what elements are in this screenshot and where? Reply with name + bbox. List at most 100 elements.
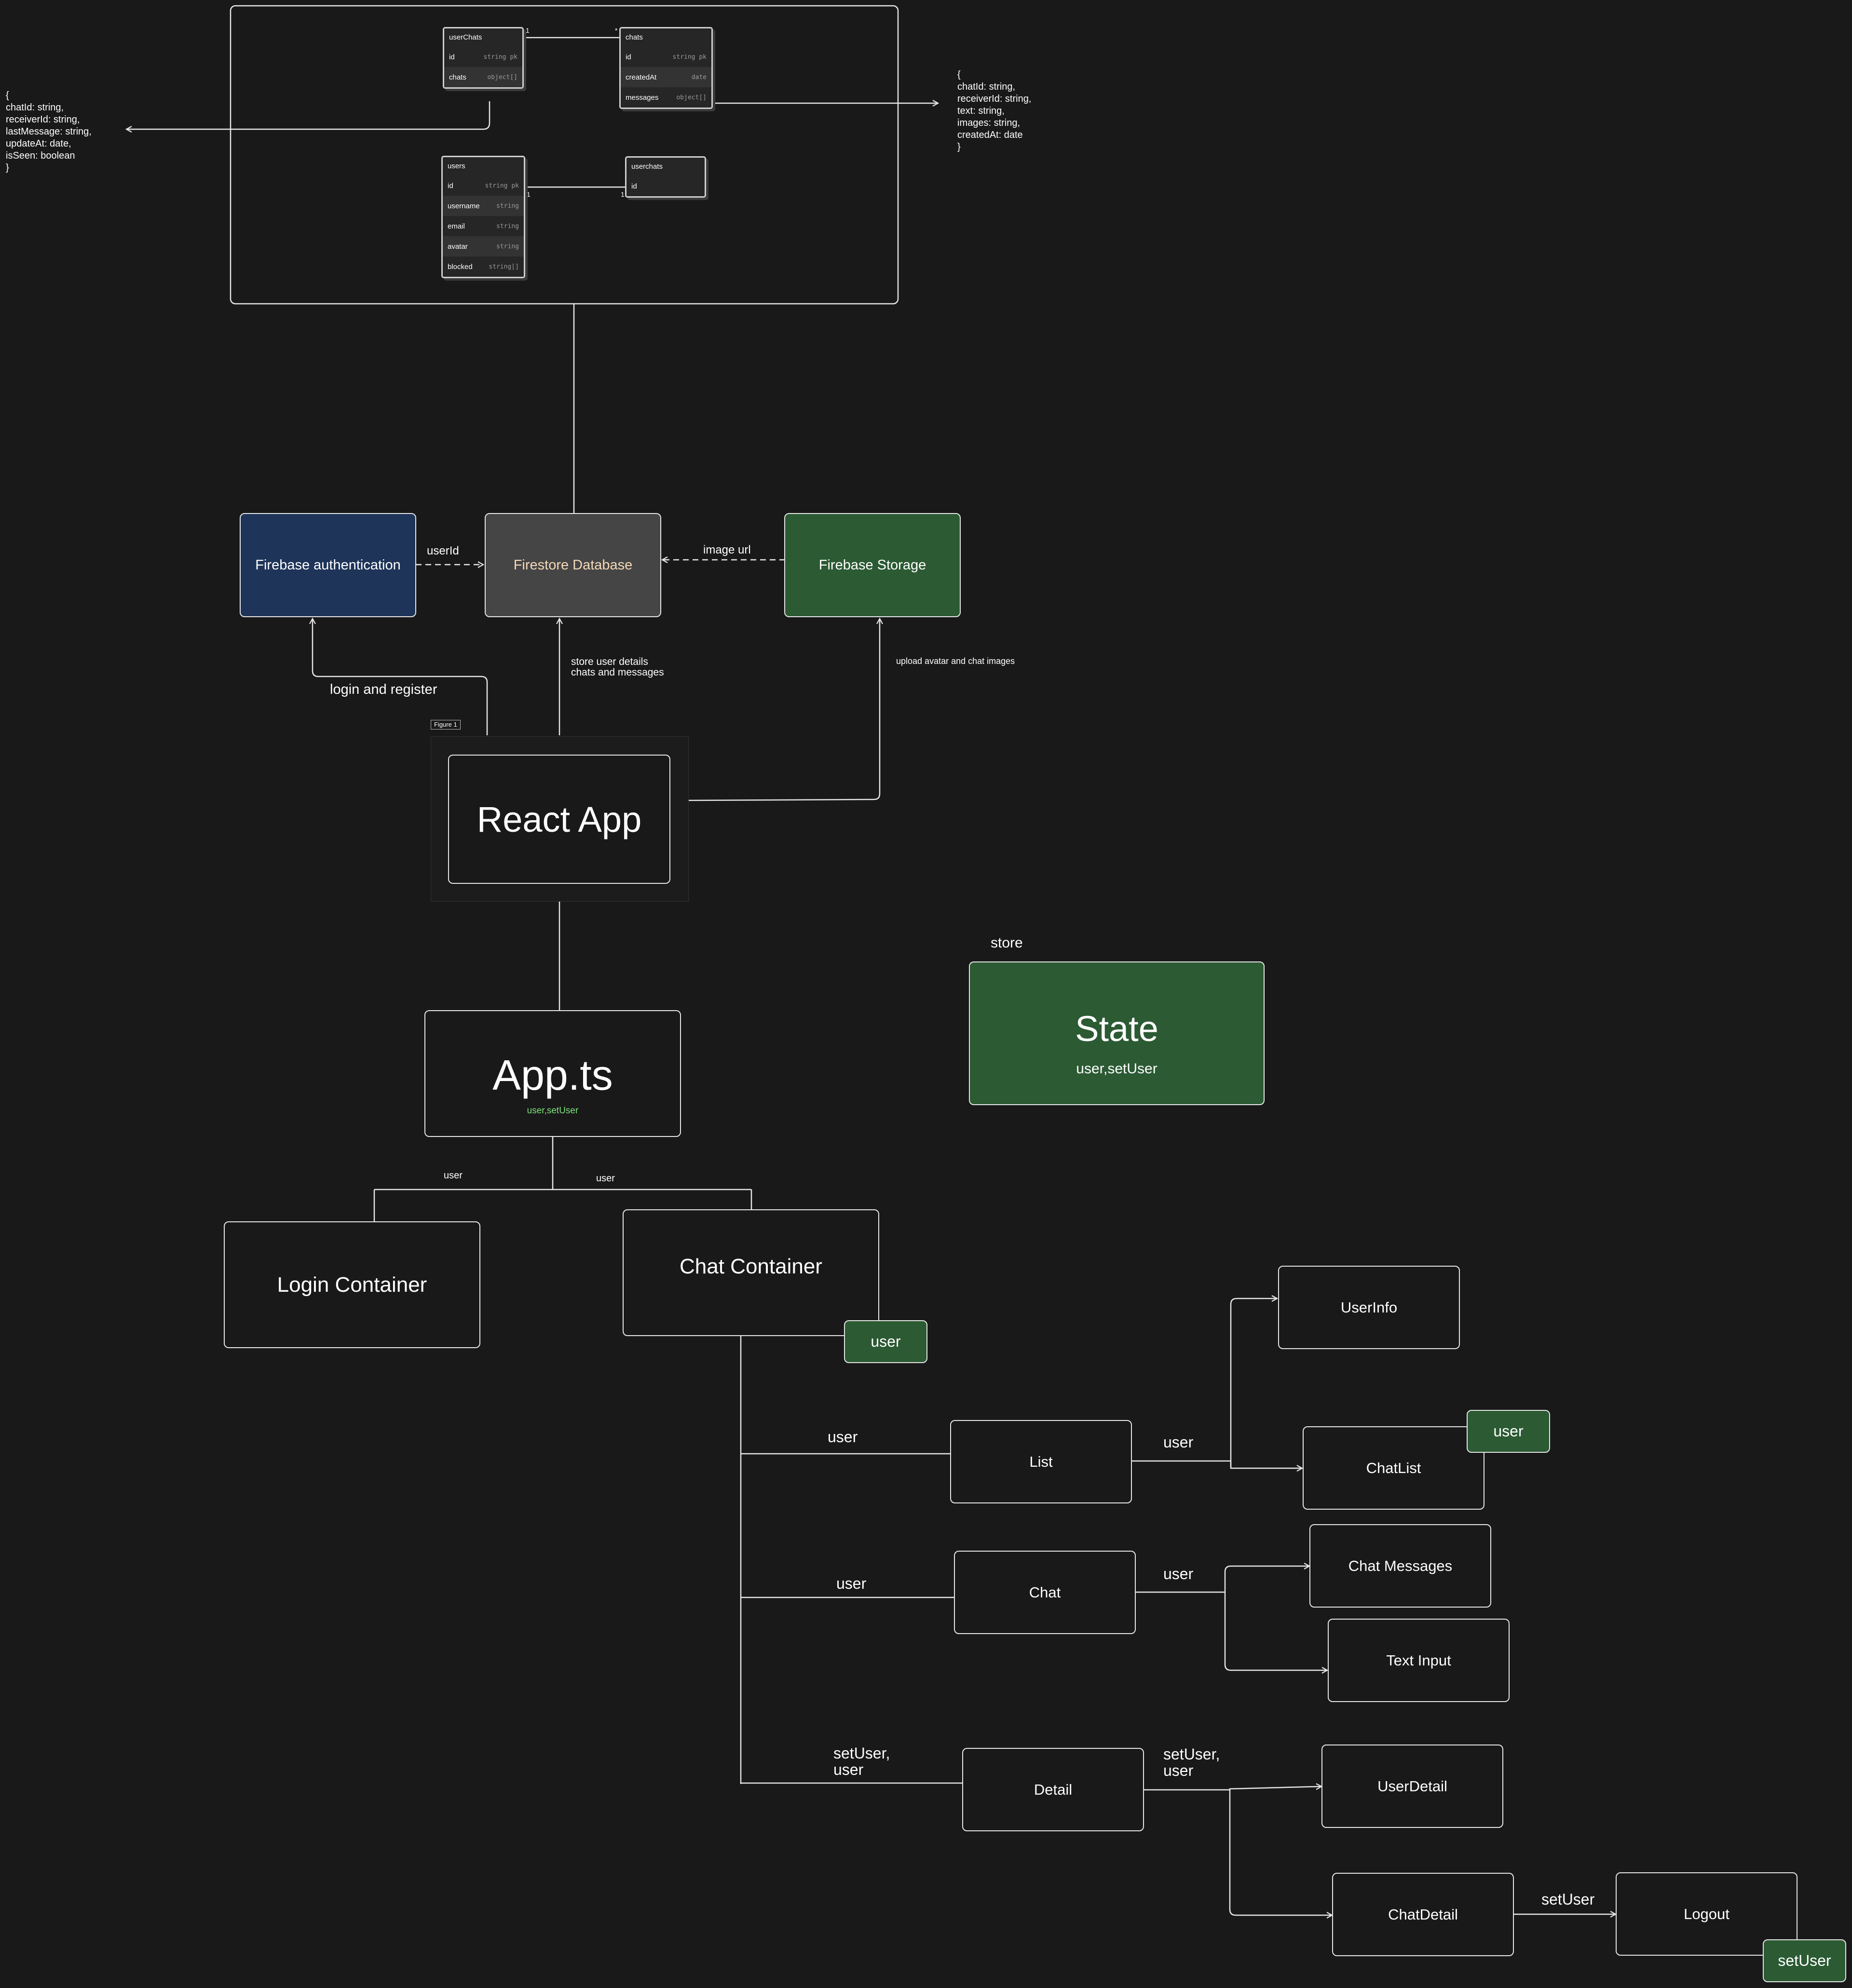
edge-label-detail: setUser, user [833, 1745, 890, 1778]
node-label: Firebase authentication [255, 557, 401, 573]
chat-container-node[interactable]: Chat Container [623, 1209, 879, 1336]
chatlist-user-badge[interactable]: user [1467, 1410, 1550, 1453]
node-label: Login Container [277, 1272, 427, 1297]
field-type: string [496, 222, 519, 230]
node-label: App.ts [492, 1051, 613, 1099]
table-title: userChats [449, 33, 482, 41]
field-type: object[] [676, 94, 707, 101]
field-name: username [448, 202, 480, 210]
node-label: Detail [1034, 1781, 1073, 1798]
edge-label-image-url: image url [703, 543, 751, 556]
table-row: id string pk [444, 47, 522, 67]
user-detail-node[interactable]: UserDetail [1321, 1745, 1503, 1828]
node-label: Chat Messages [1348, 1557, 1453, 1574]
field-name: avatar [448, 242, 468, 251]
table-userChats: userChats id string pk chats object[] [443, 27, 524, 89]
node-label: Chat Container [680, 1255, 822, 1278]
card-mark: 1 [621, 190, 625, 198]
detail-node[interactable]: Detail [962, 1748, 1144, 1831]
edge-label-upload: upload avatar and chat images [896, 656, 1015, 666]
table-row: id [626, 176, 705, 196]
field-type: string pk [483, 53, 517, 61]
node-label: UserDetail [1377, 1777, 1447, 1795]
table-row: id string pk [443, 176, 524, 196]
field-name: id [626, 53, 631, 61]
edge-app-auth [313, 619, 488, 735]
field-name: id [448, 181, 453, 190]
table-title: users [448, 162, 465, 170]
edge-list-userinfo [1132, 1298, 1277, 1467]
login-container-node[interactable]: Login Container [224, 1221, 480, 1348]
firestore-db-node[interactable]: Firestore Database [485, 513, 661, 617]
schema-frame [230, 5, 899, 305]
userinfo-node[interactable]: UserInfo [1278, 1266, 1460, 1349]
field-name: email [448, 222, 465, 230]
node-label: Chat [1029, 1583, 1061, 1601]
chat-container-user-badge[interactable]: user [844, 1320, 927, 1363]
table-row: blocked string[] [443, 257, 524, 277]
badge-label: setUser [1778, 1952, 1831, 1969]
state-node[interactable]: State user,setUser [969, 961, 1265, 1105]
table-row: id string pk [621, 47, 711, 67]
edge-label-chat-children: user [1163, 1565, 1194, 1582]
edge-label-user-chat: user [596, 1173, 615, 1184]
store-label: store [991, 935, 1023, 951]
node-label: List [1029, 1453, 1053, 1470]
node-label: Firebase Storage [818, 557, 926, 573]
chat-messages-node[interactable]: Chat Messages [1309, 1524, 1491, 1608]
field-type: date [691, 73, 707, 81]
logout-setuser-badge[interactable]: setUser [1763, 1939, 1846, 1982]
state-props: user,setUser [1076, 1060, 1158, 1077]
node-label: Firestore Database [513, 557, 633, 573]
table-title: userchats [631, 162, 663, 171]
node-label: UserInfo [1340, 1298, 1398, 1316]
node-label: Logout [1684, 1905, 1729, 1922]
edge-detail-chatdetail [1229, 1790, 1332, 1915]
badge-label: user [1493, 1422, 1524, 1440]
chat-node[interactable]: Chat [954, 1551, 1136, 1634]
field-name: messages [626, 93, 659, 102]
app-ts-node[interactable]: App.ts user,setUser [424, 1010, 681, 1137]
table-row: chats object[] [444, 67, 522, 87]
edge-detail-userdetail [1144, 1786, 1321, 1790]
app-ts-props: user,setUser [527, 1105, 579, 1116]
edge-label-logout: setUser [1541, 1891, 1595, 1908]
field-name: blocked [448, 262, 473, 271]
table-userchats: userchats id [625, 156, 706, 198]
table-users: users id string pk username string email stri… [441, 156, 525, 278]
chat-detail-node[interactable]: ChatDetail [1332, 1873, 1514, 1956]
card-mark: 1 [527, 190, 531, 198]
node-label: React App [477, 799, 642, 839]
list-node[interactable]: List [950, 1420, 1132, 1503]
chatlist-node[interactable]: ChatList [1303, 1426, 1484, 1510]
field-type: object[] [487, 73, 517, 81]
chat-item-shape: { chatId: string, receiverId: string, la… [6, 90, 92, 173]
firebase-storage-node[interactable]: Firebase Storage [784, 513, 961, 617]
firebase-auth-node[interactable]: Firebase authentication [240, 513, 416, 617]
table-row: messages object[] [621, 87, 711, 108]
field-type: string [496, 243, 519, 250]
node-label: ChatDetail [1388, 1906, 1458, 1923]
edge-label-detail-children: setUser, user [1163, 1745, 1220, 1779]
table-chats: chats id string pk createdAt date messages ob… [619, 27, 713, 109]
table-title: chats [626, 33, 643, 41]
text-input-node[interactable]: Text Input [1328, 1619, 1510, 1702]
field-type: string pk [485, 182, 519, 189]
message-shape: { chatId: string, receiverId: string, te… [957, 69, 1032, 152]
edge-chat-messages [1136, 1566, 1309, 1593]
edge-label-list-children: user [1163, 1434, 1194, 1451]
edge-label-list: user [828, 1428, 858, 1446]
node-label: Text Input [1386, 1651, 1451, 1669]
field-name: id [631, 182, 637, 190]
connector-lines: 1 * 1 1 [0, 5, 1852, 1988]
react-app-node[interactable]: React App [448, 755, 670, 884]
edge-list-chatlist [1230, 1461, 1302, 1468]
node-label: ChatList [1366, 1459, 1421, 1476]
field-name: id [449, 53, 455, 61]
card-mark: * [615, 27, 618, 34]
table-row: username string [443, 196, 524, 216]
card-mark: 1 [526, 27, 530, 34]
figure-label: Figure 1 [431, 720, 461, 730]
badge-label: user [871, 1333, 901, 1350]
edge-label-userid: userId [427, 544, 459, 557]
